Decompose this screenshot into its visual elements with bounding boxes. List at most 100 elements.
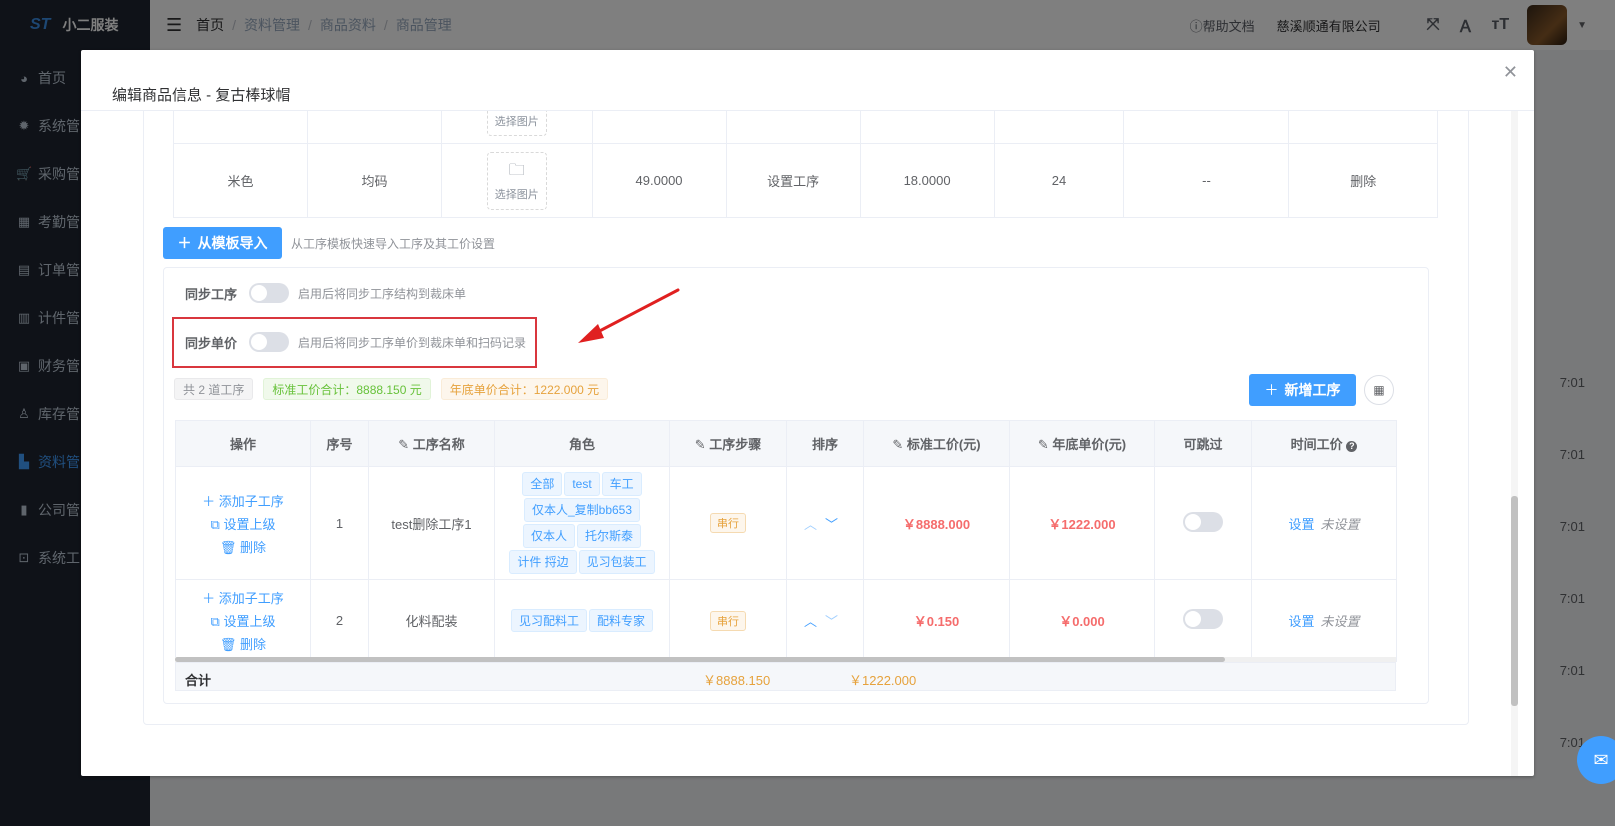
step-tag: 串行 [710, 610, 746, 631]
process-card: 选择图片 米色 均码 🗀 选择图片 49.0000 设置工序 18.0000 2… [143, 111, 1469, 725]
stats-row: 共 2 道工序 标准工价合计：8888.150 元 年底单价合计：1222.00… [174, 378, 609, 400]
question-icon[interactable]: ? [1346, 441, 1358, 452]
role-tag: test [564, 472, 600, 496]
row-no: 1 [310, 466, 369, 580]
sku-price [591, 111, 727, 144]
summary-year: ￥1222.000 [849, 673, 917, 688]
import-tip: 从工序模板快速导入工序及其工价设置 [291, 236, 496, 251]
sku-color [172, 111, 309, 144]
sku-cost [859, 111, 995, 144]
col-step: ✎ 工序步骤 [669, 420, 787, 467]
sku-extra [1123, 111, 1290, 144]
process-table: 操作 序号 ✎ 工序名称 角色 ✎ 工序步骤 排序 ✎ 标准工价(元) ✎ 年底… [175, 420, 1397, 662]
process-count-tag: 共 2 道工序 [174, 378, 254, 400]
table-row: ＋ 添加子工序 ⧉ 设置上级 🗑 删除 2 化料配装 见习配料工 配料专家 串行 … [175, 579, 1397, 662]
sku-size [307, 111, 443, 144]
edit-icon: ✎ [1037, 437, 1053, 452]
image-picker[interactable]: 选择图片 [486, 111, 547, 136]
standard-price: ￥0.150 [913, 614, 960, 629]
role-tag: 计件 捋边 [509, 550, 577, 574]
set-parent-link[interactable]: ⧉ 设置上级 [211, 514, 276, 533]
table-header: 操作 序号 ✎ 工序名称 角色 ✎ 工序步骤 排序 ✎ 标准工价(元) ✎ 年底… [175, 420, 1397, 467]
role-tag: 全部 [522, 472, 563, 496]
time-price-status: 未设置 [1320, 614, 1360, 629]
edit-icon: ✎ [694, 437, 710, 452]
edit-icon: ✎ [892, 437, 907, 452]
col-skippable: 可跳过 [1154, 420, 1252, 467]
image-picker[interactable]: 🗀 选择图片 [486, 151, 547, 210]
sync-process-switch[interactable] [249, 283, 290, 303]
sku-color: 米色 [172, 143, 309, 218]
time-price-status: 未设置 [1320, 516, 1360, 532]
skippable-switch[interactable] [1183, 511, 1223, 532]
plus-icon: ＋ [202, 591, 219, 606]
add-process-button[interactable]: ＋新增工序 [1249, 374, 1356, 406]
grid-icon[interactable]: ▦ [1364, 375, 1394, 405]
chevron-up-icon[interactable]: ︿ [804, 614, 825, 629]
col-actions: 操作 [175, 420, 311, 467]
dialog-title: 编辑商品信息 - 复古棒球帽 [112, 87, 291, 104]
col-time-price: 时间工价 ? [1251, 420, 1397, 467]
year-price: ￥1222.000 [1048, 516, 1116, 532]
sync-price-tip: 启用后将同步工序单价到裁床单和扫码记录 [298, 335, 527, 350]
set-process-link[interactable] [725, 111, 861, 144]
set-time-price-link[interactable]: 设置 [1288, 614, 1314, 629]
chevron-down-icon[interactable]: ﹀ [825, 614, 846, 629]
process-name: 化料配装 [368, 579, 495, 662]
link-icon: ⧉ [210, 516, 224, 532]
sku-row: 米色 均码 🗀 选择图片 49.0000 设置工序 18.0000 24 -- 删… [172, 143, 1438, 218]
trash-icon: 🗑 [219, 539, 241, 555]
sku-size: 均码 [307, 143, 443, 218]
sku-table: 选择图片 米色 均码 🗀 选择图片 49.0000 设置工序 18.0000 2… [172, 111, 1438, 218]
set-process-link[interactable]: 设置工序 [725, 143, 861, 218]
edit-product-dialog: 编辑商品信息 - 复古棒球帽 ✕ 选择图片 米色 均码 🗀 选择图片 49.00… [81, 50, 1534, 776]
role-tag: 仅本人_复制bb653 [523, 498, 641, 522]
year-price: ￥0.000 [1059, 614, 1105, 629]
image-picker-label: 选择图片 [494, 189, 539, 201]
delete-process-link[interactable]: 🗑 删除 [220, 634, 266, 653]
sync-price-switch[interactable] [249, 332, 290, 352]
dialog-body: 选择图片 米色 均码 🗀 选择图片 49.0000 设置工序 18.0000 2… [81, 110, 1534, 776]
col-year-price: ✎ 年底单价(元) [1009, 420, 1155, 467]
set-parent-link[interactable]: ⧉ 设置上级 [211, 611, 276, 630]
role-tags: 见习配料工 配料专家 [494, 579, 670, 662]
delete-link[interactable] [1288, 111, 1438, 144]
role-tag: 见习配料工 [510, 609, 587, 632]
table-row: ＋ 添加子工序 ⧉ 设置上级 🗑 删除 1 test删除工序1 全部 test 车工… [175, 466, 1397, 580]
col-name: ✎ 工序名称 [368, 420, 495, 467]
image-picker-label: 选择图片 [494, 116, 539, 128]
set-time-price-link[interactable]: 设置 [1288, 517, 1314, 532]
process-name: test删除工序1 [368, 466, 495, 580]
col-sort: 排序 [786, 420, 864, 467]
delete-link[interactable]: 删除 [1288, 143, 1438, 218]
role-tag: 托尔斯泰 [577, 524, 642, 548]
plus-icon: ＋ [1264, 382, 1279, 398]
chevron-up-icon[interactable]: ︿ [804, 517, 825, 532]
summary-standard: ￥8888.150 [703, 673, 771, 688]
process-panel: 同步工序 启用后将同步工序结构到裁床单 同步单价 启用后将同步工序单价到裁床单和… [163, 267, 1429, 704]
add-child-process-link[interactable]: ＋ 添加子工序 [202, 491, 284, 510]
role-tag: 见习包装工 [578, 550, 655, 574]
sync-process-row: 同步工序 启用后将同步工序结构到裁床单 [185, 283, 466, 303]
role-tag: 车工 [601, 472, 642, 496]
standard-price: ￥8888.000 [902, 516, 971, 532]
import-template-button[interactable]: ＋从模板导入 [163, 227, 282, 259]
sync-price-label: 同步单价 [185, 335, 238, 351]
role-tag: 配料专家 [589, 609, 654, 632]
sku-qty: 24 [993, 143, 1125, 218]
edit-icon: ✎ [398, 437, 413, 452]
sku-cost: 18.0000 [859, 143, 995, 218]
chevron-down-icon[interactable]: ﹀ [825, 517, 846, 532]
red-arrow-annotation [578, 288, 680, 343]
row-no: 2 [310, 579, 369, 662]
vertical-scrollbar[interactable] [1511, 111, 1518, 776]
role-tags: 全部 test 车工 仅本人_复制bb653 仅本人 托尔斯泰 计件 捋边 见习包装工 [494, 466, 670, 580]
skippable-switch[interactable] [1183, 609, 1223, 629]
sku-row: 选择图片 [172, 111, 1438, 144]
delete-process-link[interactable]: 🗑 删除 [220, 537, 266, 556]
close-icon[interactable]: ✕ [1503, 62, 1518, 83]
add-child-process-link[interactable]: ＋ 添加子工序 [202, 588, 284, 607]
step-tag: 串行 [710, 513, 746, 533]
sku-extra: -- [1123, 143, 1290, 218]
col-roles: 角色 [494, 420, 670, 467]
